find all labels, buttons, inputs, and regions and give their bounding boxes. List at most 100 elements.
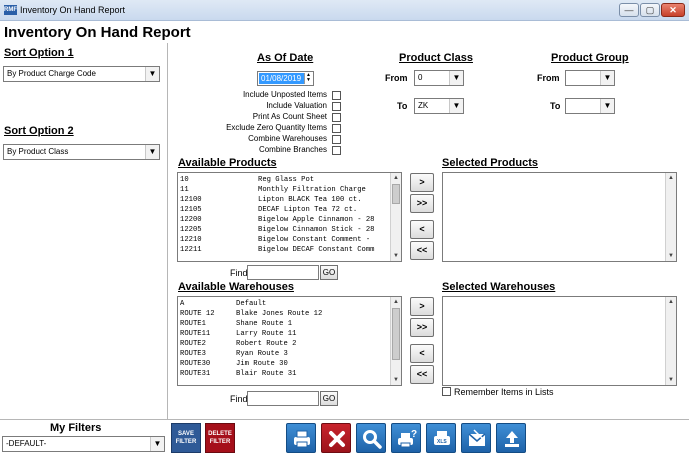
available-warehouses-list[interactable]: A Default ROUTE 12 Blake Jones Route 12 ROUT… (177, 296, 402, 386)
item-description: Default (236, 300, 267, 308)
selected-warehouses-scrollbar[interactable]: ▲ ▼ (665, 297, 676, 385)
list-item[interactable]: 12211 Bigelow DECAF Constant Comm (178, 245, 401, 255)
scroll-down-icon[interactable]: ▼ (666, 251, 676, 261)
item-description: Jim Route 30 (236, 360, 288, 368)
remove-warehouse-button[interactable]: < (410, 344, 434, 363)
exclude-zero-qty-checkbox[interactable] (332, 124, 341, 133)
option-include-valuation[interactable]: Include Valuation (209, 101, 341, 112)
list-item[interactable]: A Default (178, 299, 401, 309)
add-all-products-button[interactable]: >> (410, 194, 434, 213)
remember-items-option[interactable]: Remember Items in Lists (442, 387, 554, 397)
item-code: 12200 (180, 216, 202, 224)
scroll-up-icon[interactable]: ▲ (666, 173, 676, 183)
combine-warehouses-checkbox[interactable] (332, 135, 341, 144)
close-button[interactable]: ✕ (661, 3, 685, 17)
list-item[interactable]: 12100 Lipton BLACK Tea 100 ct. (178, 195, 401, 205)
find-products-go-button[interactable]: GO (320, 265, 338, 280)
list-item[interactable]: ROUTE1 Shane Route 1 (178, 319, 401, 329)
list-item[interactable]: ROUTE3 Ryan Route 3 (178, 349, 401, 359)
list-item[interactable]: ROUTE31 Blair Route 31 (178, 369, 401, 379)
item-description: Blake Jones Route 12 (236, 310, 323, 318)
option-label: Include Valuation (266, 101, 327, 110)
remove-product-button[interactable]: < (410, 220, 434, 239)
scroll-up-icon[interactable]: ▲ (666, 297, 676, 307)
find-products-input[interactable] (247, 265, 319, 280)
maximize-button[interactable]: ▢ (640, 3, 660, 17)
option-combine-branches[interactable]: Combine Branches (209, 145, 341, 156)
list-item[interactable]: ROUTE11 Larry Route 11 (178, 329, 401, 339)
selected-products-scrollbar[interactable]: ▲ ▼ (665, 173, 676, 261)
scroll-thumb[interactable] (392, 184, 400, 204)
option-include-unposted[interactable]: Include Unposted Items (209, 90, 341, 101)
find-warehouses-input[interactable] (247, 391, 319, 406)
option-exclude-zero-qty[interactable]: Exclude Zero Quantity Items (209, 123, 341, 134)
sort-option-1-value: By Product Charge Code (7, 69, 96, 78)
product-class-to-label: To (397, 101, 408, 111)
find-warehouses-label: Find (230, 394, 248, 404)
save-filter-button[interactable]: SAVE FILTER (171, 423, 201, 453)
available-products-list[interactable]: 10 Reg Glass Pot 11 Monthly Filtration Char… (177, 172, 402, 262)
selected-warehouses-list[interactable]: ▲ ▼ (442, 296, 677, 386)
product-class-to-select[interactable]: ZK ▼ (414, 98, 464, 114)
preview-button[interactable] (356, 423, 386, 453)
scroll-down-icon[interactable]: ▼ (666, 375, 676, 385)
include-valuation-checkbox[interactable] (332, 102, 341, 111)
preview-icon (363, 430, 382, 449)
find-warehouses-go-button[interactable]: GO (320, 391, 338, 406)
print-count-sheet-checkbox[interactable] (332, 113, 341, 122)
cancel-button[interactable] (321, 423, 351, 453)
date-spinner[interactable]: ▲ ▼ (304, 73, 312, 84)
list-item[interactable]: 12200 Bigelow Apple Cinnamon - 28 (178, 215, 401, 225)
list-item[interactable]: 10 Reg Glass Pot (178, 175, 401, 185)
as-of-date-input[interactable]: 01/08/2019 ▲ ▼ (257, 71, 314, 86)
sort-option-1-select[interactable]: By Product Charge Code ▼ (3, 66, 160, 82)
item-code: ROUTE30 (180, 360, 211, 368)
print-button[interactable] (286, 423, 316, 453)
selected-products-list[interactable]: ▲ ▼ (442, 172, 677, 262)
upload-button[interactable] (496, 423, 526, 453)
include-unposted-checkbox[interactable] (332, 91, 341, 100)
scroll-up-icon[interactable]: ▲ (391, 173, 401, 183)
item-description: Bigelow Apple Cinnamon - 28 (258, 216, 375, 224)
item-code: ROUTE 12 (180, 310, 215, 318)
scroll-up-icon[interactable]: ▲ (391, 297, 401, 307)
minimize-button[interactable]: — (619, 3, 639, 17)
combine-branches-checkbox[interactable] (332, 146, 341, 155)
remove-all-products-button[interactable]: << (410, 241, 434, 260)
add-all-warehouses-button[interactable]: >> (410, 318, 434, 337)
remember-items-checkbox[interactable] (442, 387, 451, 396)
list-item[interactable]: ROUTE 12 Blake Jones Route 12 (178, 309, 401, 319)
available-products-scrollbar[interactable]: ▲ ▼ (390, 173, 401, 261)
list-item[interactable]: 12105 DECAF Lipton Tea 72 ct. (178, 205, 401, 215)
add-warehouse-button[interactable]: > (410, 297, 434, 316)
sort-option-2-select[interactable]: By Product Class ▼ (3, 144, 160, 160)
available-warehouses-label: Available Warehouses (178, 281, 294, 293)
delete-filter-button[interactable]: DELETE FILTER (205, 423, 235, 453)
my-filters-select[interactable]: -DEFAULT- ▼ (2, 436, 165, 452)
list-item[interactable]: 11 Monthly Filtration Charge (178, 185, 401, 195)
option-combine-warehouses[interactable]: Combine Warehouses (209, 134, 341, 145)
scroll-down-icon[interactable]: ▼ (391, 375, 401, 385)
list-item[interactable]: ROUTE2 Robert Route 2 (178, 339, 401, 349)
print-setup-button[interactable]: ? (391, 423, 421, 453)
available-warehouses-rows: A Default ROUTE 12 Blake Jones Route 12 ROUT… (178, 297, 401, 379)
list-item[interactable]: ROUTE30 Jim Route 30 (178, 359, 401, 369)
add-product-button[interactable]: > (410, 173, 434, 192)
scroll-thumb[interactable] (392, 308, 400, 360)
item-description: Blair Route 31 (236, 370, 297, 378)
email-button[interactable] (461, 423, 491, 453)
list-item[interactable]: 12205 Bigelow Cinnamon Stick - 28 (178, 225, 401, 235)
export-icon: XLS (434, 431, 450, 445)
export-button[interactable]: XLS (426, 423, 456, 453)
product-class-from-value: 0 (418, 73, 423, 82)
remove-all-warehouses-button[interactable]: << (410, 365, 434, 384)
product-group-to-select[interactable]: ▼ (565, 98, 615, 114)
option-print-count-sheet[interactable]: Print As Count Sheet (209, 112, 341, 123)
scroll-down-icon[interactable]: ▼ (391, 251, 401, 261)
print-setup-icon: ? (398, 429, 417, 448)
product-class-from-select[interactable]: 0 ▼ (414, 70, 464, 86)
product-group-from-label: From (537, 73, 560, 83)
list-item[interactable]: 12210 Bigelow Constant Comment - (178, 235, 401, 245)
available-warehouses-scrollbar[interactable]: ▲ ▼ (390, 297, 401, 385)
product-group-from-select[interactable]: ▼ (565, 70, 615, 86)
